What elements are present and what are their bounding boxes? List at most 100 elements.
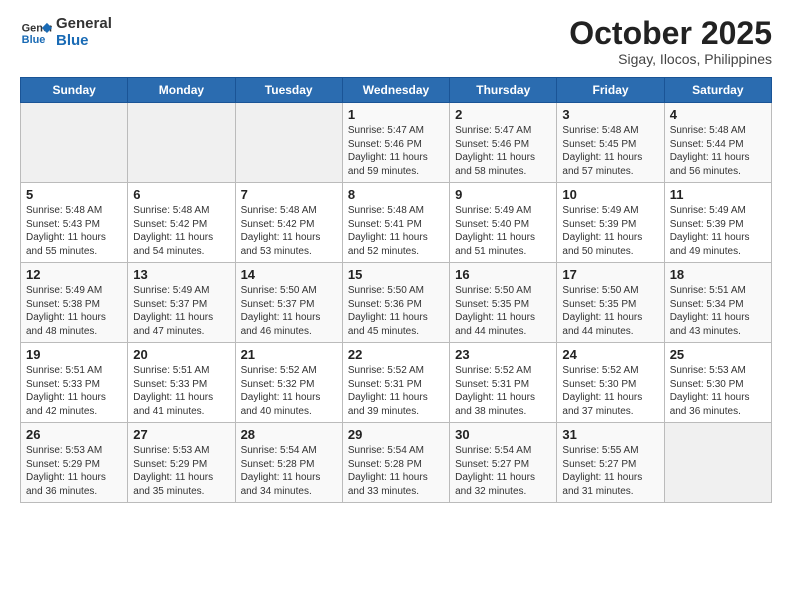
calendar-cell: 26 Sunrise: 5:53 AMSunset: 5:29 PMDayligh… [21, 423, 128, 503]
day-number: 25 [670, 347, 766, 362]
calendar-week-4: 19Sunrise: 5:51 AMSunset: 5:33 PMDayligh… [21, 343, 772, 423]
day-number: 13 [133, 267, 229, 282]
svg-text:Blue: Blue [22, 34, 46, 46]
calendar-cell: 8 Sunrise: 5:48 AMSunset: 5:41 PMDaylight… [342, 183, 449, 263]
calendar-cell: 22 Sunrise: 5:52 AMSunset: 5:31 PMDayligh… [342, 343, 449, 423]
cell-info: Sunrise: 5:48 AMSunset: 5:41 PMDaylight:… [348, 204, 444, 258]
cell-info: Sunrise: 5:47 AMSunset: 5:46 PMDaylight:… [455, 124, 551, 178]
cell-info: Sunrise: 5:51 AMSunset: 5:34 PMDaylight:… [670, 284, 766, 338]
calendar-page: General Blue General Blue October 2025 S… [0, 0, 792, 612]
weekday-header-row: SundayMondayTuesdayWednesdayThursdayFrid… [21, 78, 772, 103]
calendar-cell: 10Sunrise: 5:49 AMSunset: 5:39 PMDayligh… [557, 183, 664, 263]
title-block: October 2025 Sigay, Ilocos, Philippines [569, 16, 772, 67]
logo: General Blue General Blue [20, 16, 112, 49]
calendar-week-2: 5Sunrise: 5:48 AMSunset: 5:43 PMDaylight… [21, 183, 772, 263]
cell-info: Sunrise: 5:52 AMSunset: 5:30 PMDaylight:… [562, 364, 658, 418]
cell-info: Sunrise: 5:50 AMSunset: 5:37 PMDaylight:… [241, 284, 337, 338]
calendar-cell: 9 Sunrise: 5:49 AMSunset: 5:40 PMDaylight… [450, 183, 557, 263]
calendar-cell: 29 Sunrise: 5:54 AMSunset: 5:28 PMDayligh… [342, 423, 449, 503]
day-number: 3 [562, 107, 658, 122]
calendar-cell: 20 Sunrise: 5:51 AMSunset: 5:33 PMDayligh… [128, 343, 235, 423]
cell-info: Sunrise: 5:53 AMSunset: 5:29 PMDaylight:… [26, 444, 122, 498]
day-number: 15 [348, 267, 444, 282]
day-number: 16 [455, 267, 551, 282]
day-number: 7 [241, 187, 337, 202]
cell-info: Sunrise: 5:47 AMSunset: 5:46 PMDaylight:… [348, 124, 444, 178]
cell-info: Sunrise: 5:49 AMSunset: 5:37 PMDaylight:… [133, 284, 229, 338]
day-number: 12 [26, 267, 122, 282]
calendar-table: SundayMondayTuesdayWednesdayThursdayFrid… [20, 77, 772, 503]
calendar-cell: 21 Sunrise: 5:52 AMSunset: 5:32 PMDayligh… [235, 343, 342, 423]
calendar-cell: 30 Sunrise: 5:54 AMSunset: 5:27 PMDayligh… [450, 423, 557, 503]
day-number: 6 [133, 187, 229, 202]
cell-info: Sunrise: 5:50 AMSunset: 5:36 PMDaylight:… [348, 284, 444, 338]
calendar-cell [664, 423, 771, 503]
calendar-cell: 16 Sunrise: 5:50 AMSunset: 5:35 PMDayligh… [450, 263, 557, 343]
calendar-cell: 13 Sunrise: 5:49 AMSunset: 5:37 PMDayligh… [128, 263, 235, 343]
cell-info: Sunrise: 5:53 AMSunset: 5:30 PMDaylight:… [670, 364, 766, 418]
weekday-header-friday: Friday [557, 78, 664, 103]
calendar-week-3: 12Sunrise: 5:49 AMSunset: 5:38 PMDayligh… [21, 263, 772, 343]
calendar-cell: 24Sunrise: 5:52 AMSunset: 5:30 PMDayligh… [557, 343, 664, 423]
calendar-cell: 28Sunrise: 5:54 AMSunset: 5:28 PMDayligh… [235, 423, 342, 503]
day-number: 2 [455, 107, 551, 122]
cell-info: Sunrise: 5:48 AMSunset: 5:42 PMDaylight:… [241, 204, 337, 258]
weekday-header-monday: Monday [128, 78, 235, 103]
cell-info: Sunrise: 5:54 AMSunset: 5:28 PMDaylight:… [241, 444, 337, 498]
logo-line1: General [56, 16, 112, 33]
calendar-cell: 4Sunrise: 5:48 AMSunset: 5:44 PMDaylight… [664, 103, 771, 183]
cell-info: Sunrise: 5:53 AMSunset: 5:29 PMDaylight:… [133, 444, 229, 498]
calendar-cell: 23 Sunrise: 5:52 AMSunset: 5:31 PMDayligh… [450, 343, 557, 423]
calendar-cell: 6Sunrise: 5:48 AMSunset: 5:42 PMDaylight… [128, 183, 235, 263]
day-number: 21 [241, 347, 337, 362]
day-number: 17 [562, 267, 658, 282]
cell-info: Sunrise: 5:49 AMSunset: 5:39 PMDaylight:… [562, 204, 658, 258]
cell-info: Sunrise: 5:50 AMSunset: 5:35 PMDaylight:… [455, 284, 551, 338]
calendar-cell: 12Sunrise: 5:49 AMSunset: 5:38 PMDayligh… [21, 263, 128, 343]
calendar-cell: 5Sunrise: 5:48 AMSunset: 5:43 PMDaylight… [21, 183, 128, 263]
cell-info: Sunrise: 5:52 AMSunset: 5:32 PMDaylight:… [241, 364, 337, 418]
logo-line2: Blue [56, 33, 112, 50]
calendar-cell: 18 Sunrise: 5:51 AMSunset: 5:34 PMDayligh… [664, 263, 771, 343]
day-number: 4 [670, 107, 766, 122]
day-number: 29 [348, 427, 444, 442]
calendar-cell: 19Sunrise: 5:51 AMSunset: 5:33 PMDayligh… [21, 343, 128, 423]
calendar-cell: 15 Sunrise: 5:50 AMSunset: 5:36 PMDayligh… [342, 263, 449, 343]
logo-text: General Blue [56, 16, 112, 49]
day-number: 23 [455, 347, 551, 362]
weekday-header-saturday: Saturday [664, 78, 771, 103]
calendar-cell: 2 Sunrise: 5:47 AMSunset: 5:46 PMDaylight… [450, 103, 557, 183]
weekday-header-sunday: Sunday [21, 78, 128, 103]
day-number: 22 [348, 347, 444, 362]
subtitle: Sigay, Ilocos, Philippines [569, 51, 772, 67]
calendar-cell: 31Sunrise: 5:55 AMSunset: 5:27 PMDayligh… [557, 423, 664, 503]
header: General Blue General Blue October 2025 S… [20, 16, 772, 67]
cell-info: Sunrise: 5:51 AMSunset: 5:33 PMDaylight:… [26, 364, 122, 418]
day-number: 1 [348, 107, 444, 122]
calendar-cell: 14Sunrise: 5:50 AMSunset: 5:37 PMDayligh… [235, 263, 342, 343]
day-number: 31 [562, 427, 658, 442]
weekday-header-tuesday: Tuesday [235, 78, 342, 103]
cell-info: Sunrise: 5:48 AMSunset: 5:43 PMDaylight:… [26, 204, 122, 258]
cell-info: Sunrise: 5:54 AMSunset: 5:28 PMDaylight:… [348, 444, 444, 498]
calendar-week-1: 1 Sunrise: 5:47 AMSunset: 5:46 PMDaylight… [21, 103, 772, 183]
day-number: 9 [455, 187, 551, 202]
cell-info: Sunrise: 5:52 AMSunset: 5:31 PMDaylight:… [455, 364, 551, 418]
calendar-cell: 3 Sunrise: 5:48 AMSunset: 5:45 PMDaylight… [557, 103, 664, 183]
weekday-header-wednesday: Wednesday [342, 78, 449, 103]
day-number: 26 [26, 427, 122, 442]
day-number: 11 [670, 187, 766, 202]
cell-info: Sunrise: 5:50 AMSunset: 5:35 PMDaylight:… [562, 284, 658, 338]
cell-info: Sunrise: 5:49 AMSunset: 5:39 PMDaylight:… [670, 204, 766, 258]
cell-info: Sunrise: 5:52 AMSunset: 5:31 PMDaylight:… [348, 364, 444, 418]
cell-info: Sunrise: 5:49 AMSunset: 5:40 PMDaylight:… [455, 204, 551, 258]
cell-info: Sunrise: 5:54 AMSunset: 5:27 PMDaylight:… [455, 444, 551, 498]
day-number: 20 [133, 347, 229, 362]
calendar-cell: 11 Sunrise: 5:49 AMSunset: 5:39 PMDayligh… [664, 183, 771, 263]
calendar-cell [128, 103, 235, 183]
day-number: 8 [348, 187, 444, 202]
day-number: 30 [455, 427, 551, 442]
cell-info: Sunrise: 5:51 AMSunset: 5:33 PMDaylight:… [133, 364, 229, 418]
day-number: 18 [670, 267, 766, 282]
cell-info: Sunrise: 5:48 AMSunset: 5:45 PMDaylight:… [562, 124, 658, 178]
